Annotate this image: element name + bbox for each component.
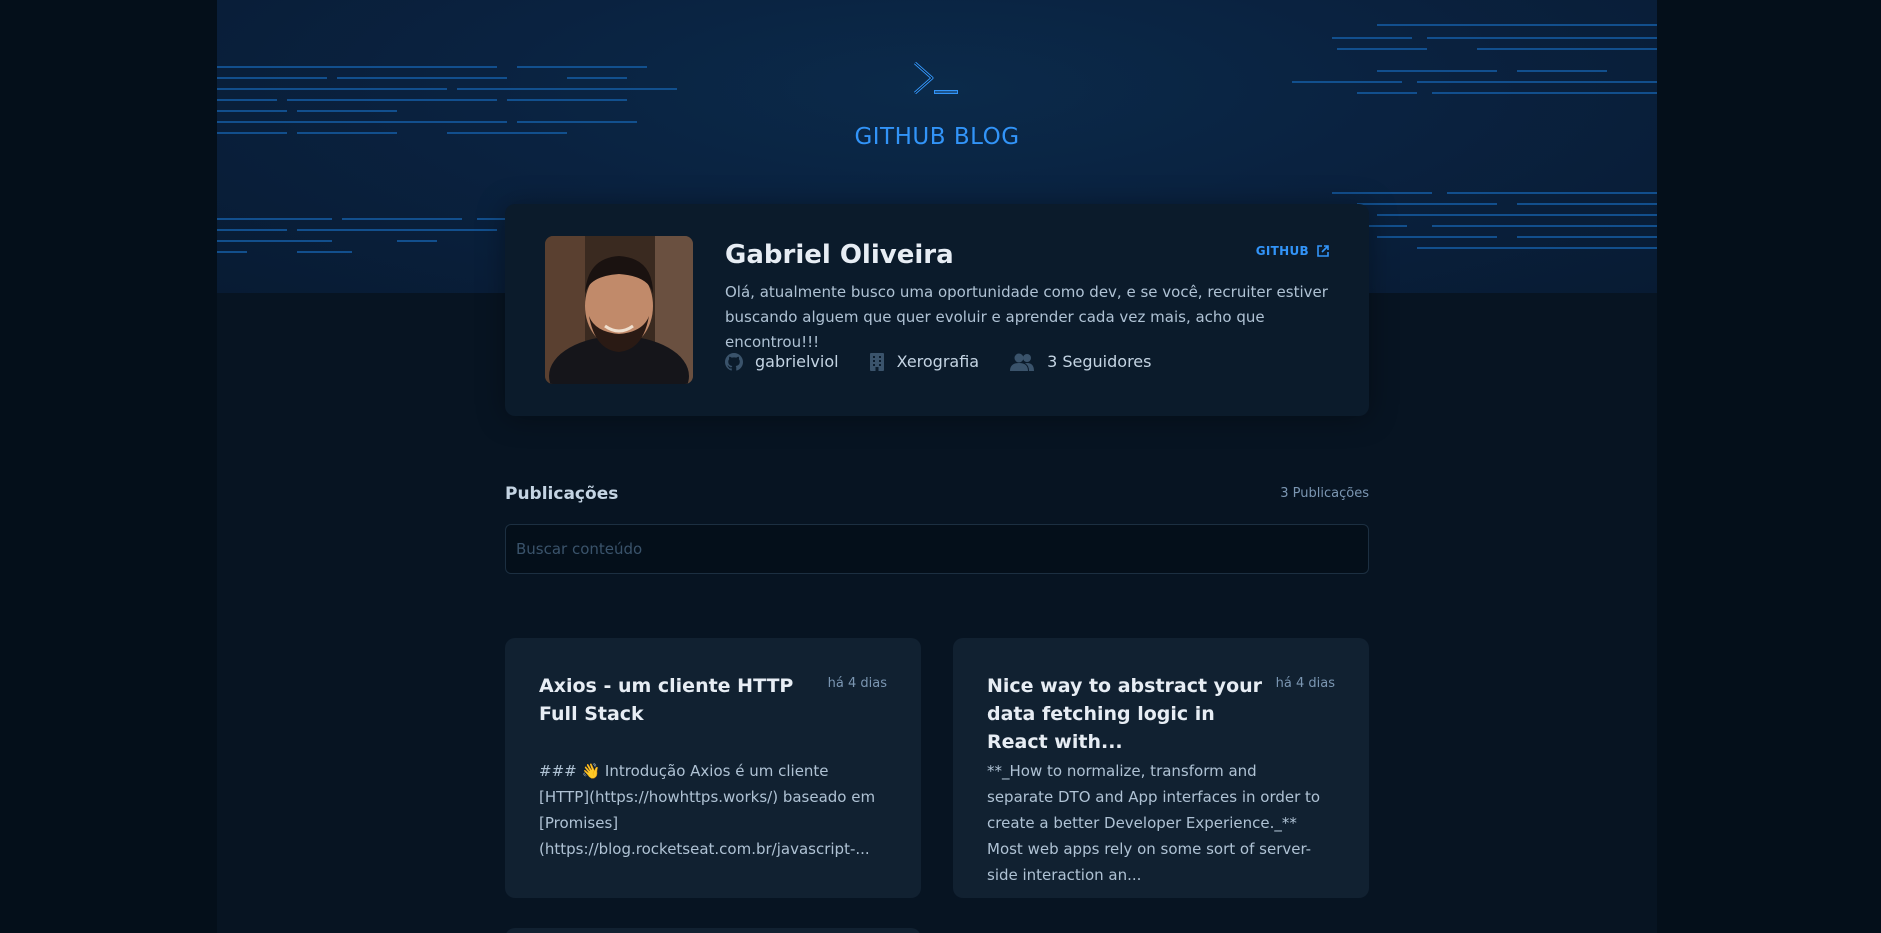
post-title: Nice way to abstract your data fetching … [987,675,1263,753]
post-title: Axios - um cliente HTTP Full Stack [539,675,794,725]
profile-meta: gabrielviol Xerografia 3 Seguidores [725,352,1151,371]
post-excerpt: ### 👋 Introdução Axios é um cliente [HTT… [539,762,876,858]
external-link-icon [1317,245,1329,257]
avatar [545,236,693,384]
post-date: há 4 dias [1275,676,1335,691]
building-icon [869,352,884,371]
post-excerpt: **_How to normalize, transform and separ… [987,762,1321,884]
followers: 3 Seguidores [1047,352,1152,371]
post-card-partial[interactable] [505,928,921,933]
github-link[interactable]: GITHUB [1256,244,1329,258]
brand-title: GITHUB BLOG [854,124,1020,150]
username: gabrielviol [755,352,839,371]
github-link-label: GITHUB [1255,244,1309,258]
profile-bio: Olá, atualmente busco uma oportunidade c… [725,283,1328,351]
publications-title: Publicações [505,484,619,504]
terminal-prompt-icon [914,61,958,95]
company: Xerografia [896,352,980,371]
search-input[interactable] [505,524,1369,574]
post-card[interactable]: Nice way to abstract your data fetching … [953,638,1369,898]
users-icon [1010,353,1035,371]
publications-count: 3 Publicações [1280,486,1369,501]
post-date: há 4 dias [827,676,887,691]
post-card[interactable]: Axios - um cliente HTTP Full Stack há 4 … [505,638,921,898]
profile-name: Gabriel Oliveira [725,240,954,270]
company-item: Xerografia [869,352,980,371]
app-container: GITHUB BLOG Gabriel Oliveira GITHUB Olá,… [217,0,1657,933]
followers-item: 3 Seguidores [1009,352,1151,371]
github-icon [725,352,743,371]
profile-card: Gabriel Oliveira GITHUB Olá, atualmente … [505,204,1369,416]
username-item: gabrielviol [725,352,839,371]
